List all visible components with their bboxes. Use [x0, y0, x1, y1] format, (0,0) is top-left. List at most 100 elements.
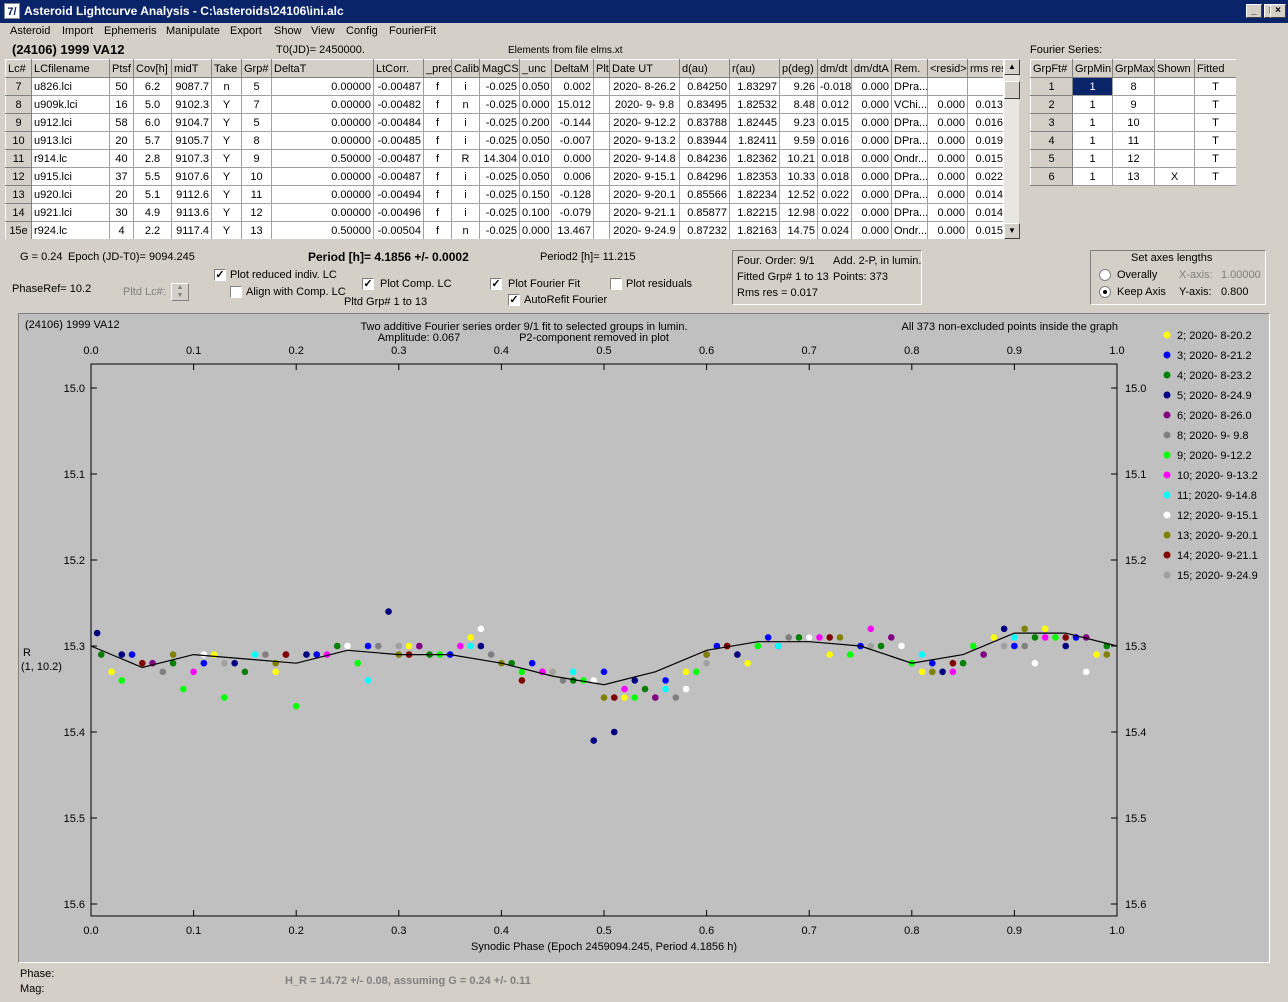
fourier-cell[interactable]	[1154, 149, 1195, 168]
lc-cell[interactable]: 13	[241, 221, 272, 239]
fourier-cell[interactable]: 1	[1072, 131, 1113, 150]
lc-cell[interactable]: i	[451, 113, 480, 132]
lc-cell[interactable]: 9.59	[779, 131, 818, 150]
lc-cell[interactable]: 0.000	[851, 149, 892, 168]
lc-cell[interactable]: 0.022	[817, 185, 852, 204]
fourier-cell[interactable]	[1154, 77, 1195, 96]
fourier-col-header[interactable]: GrpMax	[1112, 59, 1155, 78]
lc-cell[interactable]: -0.079	[551, 203, 594, 222]
lc-cell[interactable]: -0.00496	[373, 203, 424, 222]
lc-cell[interactable]: 0.050	[519, 131, 552, 150]
lc-table-row[interactable]: 11 r914.lc 40 2.8 9107.3 Y 9 0.50000 -0.00487 f R 1…	[5, 149, 1003, 168]
lc-cell[interactable]: 0.00000	[271, 203, 374, 222]
lc-col-header[interactable]: Grp#	[241, 59, 272, 78]
fourier-cell[interactable]: 10	[1112, 113, 1155, 132]
lc-cell[interactable]: 1.82234	[729, 185, 780, 204]
title-bar[interactable]: 7/ Asteroid Lightcurve Analysis - C:\ast…	[0, 0, 1288, 23]
lc-cell[interactable]: u909k.lci	[31, 95, 110, 114]
fourier-cell[interactable]	[1154, 131, 1195, 150]
lc-col-header[interactable]: Calib.	[451, 59, 480, 78]
menu-export[interactable]: Export	[230, 25, 262, 37]
lc-cell[interactable]: 0.000	[927, 167, 968, 186]
lc-cell[interactable]: 12	[241, 203, 272, 222]
fourier-table-row[interactable]: 5 1 12 T	[1030, 149, 1236, 168]
table-scrollbar[interactable]: ▲ ▼	[1003, 59, 1020, 239]
lc-cell[interactable]: 0.000	[927, 221, 968, 239]
lc-cell[interactable]: 4	[109, 221, 134, 239]
lc-cell[interactable]: i	[451, 77, 480, 96]
lc-cell[interactable]: r914.lc	[31, 149, 110, 168]
lc-cell[interactable]: 20	[109, 185, 134, 204]
fourier-row-header[interactable]: 5	[1030, 149, 1073, 168]
lc-col-header[interactable]: Take	[211, 59, 242, 78]
scroll-thumb[interactable]	[1004, 81, 1020, 99]
lc-cell[interactable]: -0.00487	[373, 167, 424, 186]
menu-asteroid[interactable]: Asteroid	[10, 25, 50, 37]
fourier-cell[interactable]: 1	[1072, 95, 1113, 114]
fourier-cell[interactable]: 12	[1112, 149, 1155, 168]
lc-cell[interactable]: 0.84250	[679, 77, 730, 96]
lc-cell[interactable]: 0.014	[967, 203, 1003, 222]
lc-cell[interactable]: f	[423, 185, 452, 204]
lc-col-header[interactable]: Date UT	[609, 59, 680, 78]
lc-cell[interactable]: u913.lci	[31, 131, 110, 150]
lc-cell[interactable]: 0.000	[851, 113, 892, 132]
lc-cell[interactable]	[967, 77, 1003, 96]
lc-col-header[interactable]: MagCS	[479, 59, 520, 78]
x-axis-value[interactable]: 1.00000	[1221, 269, 1261, 281]
fourier-cell[interactable]: 1	[1072, 167, 1113, 186]
fourier-cell[interactable]: 8	[1112, 77, 1155, 96]
lc-table-row[interactable]: 8 u909k.lci 16 5.0 9102.3 Y 7 0.00000 -0.00482 f n…	[5, 95, 1003, 114]
plot-residuals-checkbox[interactable]	[610, 278, 622, 290]
lc-cell[interactable]: -0.00504	[373, 221, 424, 239]
lc-cell[interactable]: 0.016	[817, 131, 852, 150]
lc-cell[interactable]: 0.00000	[271, 95, 374, 114]
lc-cell[interactable]: 0.050	[519, 77, 552, 96]
lc-cell[interactable]: 16	[109, 95, 134, 114]
fourier-cell[interactable]: T	[1194, 113, 1236, 132]
lc-cell[interactable]: 0.000	[851, 131, 892, 150]
fourier-col-header[interactable]: Fitted	[1194, 59, 1236, 78]
lc-cell[interactable]: 0.00000	[271, 167, 374, 186]
lc-cell[interactable]: 0.84296	[679, 167, 730, 186]
lc-cell[interactable]: 0.050	[519, 167, 552, 186]
lc-cell[interactable]: u912.lci	[31, 113, 110, 132]
lc-cell[interactable]: 0.015	[967, 149, 1003, 168]
lc-cell[interactable]: 0.018	[817, 167, 852, 186]
y-axis-value[interactable]: 0.800	[1221, 286, 1249, 298]
lc-cell[interactable]: 9104.7	[171, 113, 212, 132]
lc-cell[interactable]: -0.025	[479, 95, 520, 114]
lc-cell[interactable]: -0.00484	[373, 113, 424, 132]
menu-show[interactable]: Show	[274, 25, 302, 37]
lc-cell[interactable]: 9107.6	[171, 167, 212, 186]
lc-cell[interactable]: -0.025	[479, 77, 520, 96]
lc-cell[interactable]: 2020- 9-20.1	[609, 185, 680, 204]
lc-col-header[interactable]: Cov[h]	[133, 59, 172, 78]
lc-cell[interactable]	[593, 113, 610, 132]
lc-cell[interactable]: i	[451, 203, 480, 222]
lc-cell[interactable]: 0.014	[967, 185, 1003, 204]
lc-cell[interactable]: -0.00494	[373, 185, 424, 204]
lc-cell[interactable]	[927, 77, 968, 96]
lc-cell[interactable]: 8.48	[779, 95, 818, 114]
fourier-table-row[interactable]: 4 1 11 T	[1030, 131, 1236, 150]
lc-cell[interactable]: -0.00487	[373, 149, 424, 168]
lc-cell[interactable]: R	[451, 149, 480, 168]
lc-cell[interactable]: 7	[241, 95, 272, 114]
fourier-cell[interactable]: 11	[1112, 131, 1155, 150]
lc-cell[interactable]	[593, 185, 610, 204]
lc-cell[interactable]: 0.015	[967, 221, 1003, 239]
lc-cell[interactable]: 9107.3	[171, 149, 212, 168]
lc-cell[interactable]: 2.2	[133, 221, 172, 239]
lc-cell[interactable]: 12.52	[779, 185, 818, 204]
lc-cell[interactable]	[593, 149, 610, 168]
lc-cell[interactable]: n	[451, 95, 480, 114]
lc-cell[interactable]: f	[423, 131, 452, 150]
fourier-table-row[interactable]: 3 1 10 T	[1030, 113, 1236, 132]
lc-cell[interactable]: f	[423, 167, 452, 186]
lc-cell[interactable]	[593, 221, 610, 239]
menu-import[interactable]: Import	[62, 25, 93, 37]
lc-cell[interactable]: 0.002	[551, 77, 594, 96]
lc-cell[interactable]: 1.82532	[729, 95, 780, 114]
lc-row-header[interactable]: 14	[5, 203, 32, 222]
